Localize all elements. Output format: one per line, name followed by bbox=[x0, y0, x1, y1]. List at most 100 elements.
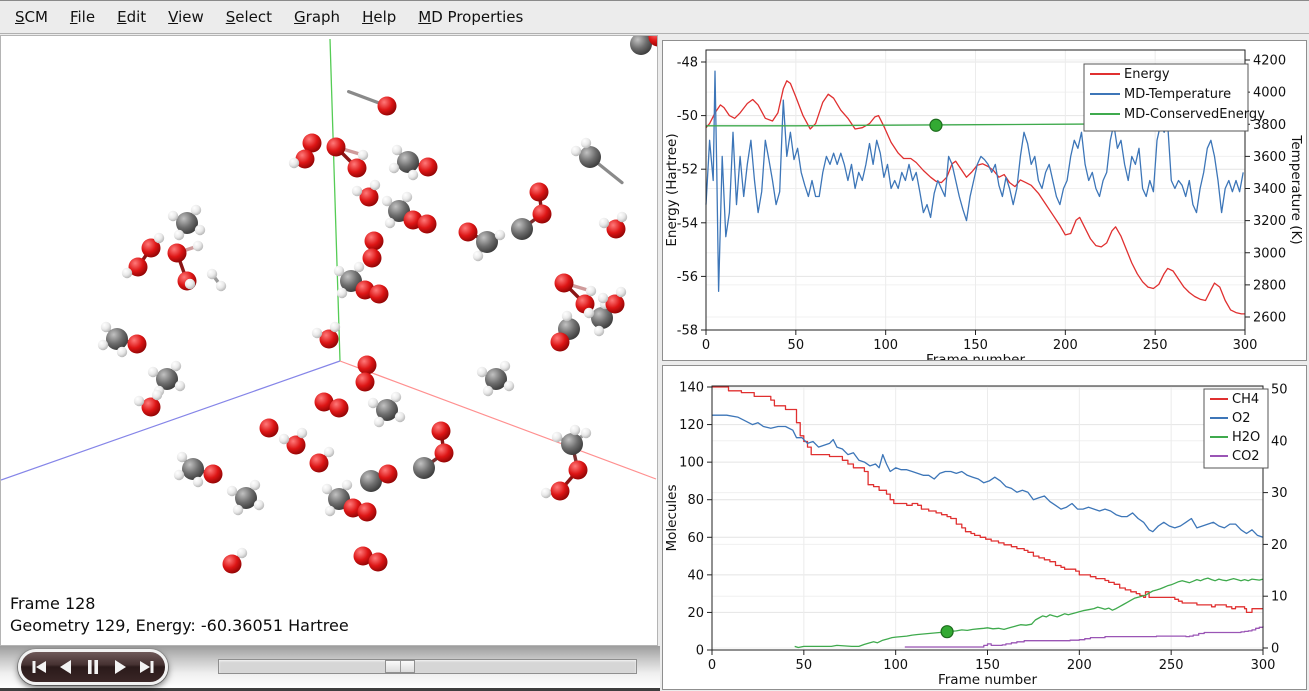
right-tick-label: 3000 bbox=[1253, 246, 1286, 261]
molecule-ch4 bbox=[477, 361, 514, 396]
molecules-chart: 0501001502002503000204060801001201400102… bbox=[663, 366, 1306, 689]
molecule-ch4 bbox=[148, 361, 185, 396]
molecule-h2o bbox=[352, 180, 380, 207]
skip-end-button[interactable] bbox=[134, 655, 158, 679]
step-back-icon bbox=[55, 655, 79, 679]
molecule-h2 bbox=[207, 269, 226, 291]
right-tick-label: 3600 bbox=[1253, 150, 1286, 165]
menu-item-help[interactable]: Help bbox=[351, 8, 407, 26]
pause-icon bbox=[81, 655, 105, 679]
molecule-ch3o bbox=[389, 145, 438, 180]
molecule-co2c bbox=[413, 422, 454, 480]
molecule-ch4 bbox=[368, 392, 405, 427]
molecule-h2o2r bbox=[168, 241, 204, 291]
right-tick-label: 0 bbox=[1271, 642, 1279, 657]
x-tick-label: 0 bbox=[702, 338, 710, 353]
menu-item-file[interactable]: File bbox=[59, 8, 106, 26]
molecule-h2o bbox=[134, 390, 162, 417]
molecule-ch3o2h bbox=[541, 425, 591, 501]
legend-label-energy: Energy bbox=[1124, 67, 1170, 82]
molecule-co bbox=[360, 465, 398, 493]
molecule-o2 bbox=[315, 393, 349, 418]
right-tick-label: 20 bbox=[1271, 538, 1288, 553]
molecule-ch2o bbox=[459, 223, 506, 262]
player-bar bbox=[0, 646, 660, 691]
legend-label-o2: O2 bbox=[1232, 411, 1251, 426]
left-tick-label: -58 bbox=[677, 324, 698, 339]
x-tick-label: 150 bbox=[975, 658, 1000, 673]
molecule-co2c bbox=[511, 183, 552, 241]
molecule-viewer[interactable]: Frame 128 Geometry 129, Energy: -60.3605… bbox=[0, 35, 658, 646]
left-tick-label: 0 bbox=[696, 644, 704, 659]
molecule-cho bbox=[551, 311, 581, 352]
x-tick-label: 300 bbox=[1233, 338, 1258, 353]
molecules-chart-panel: 0501001502002503000204060801001201400102… bbox=[662, 365, 1307, 690]
molecule-ch3s bbox=[571, 138, 622, 183]
menu-item-graph[interactable]: Graph bbox=[283, 8, 351, 26]
molecule-scene[interactable] bbox=[1, 36, 657, 645]
app-window: SCMFileEditViewSelectGraphHelpMD Propert… bbox=[0, 0, 1309, 691]
player-controls bbox=[18, 649, 168, 685]
x-tick-label: 200 bbox=[1053, 338, 1078, 353]
skip-end-icon bbox=[134, 655, 158, 679]
menu-item-view[interactable]: View bbox=[157, 8, 215, 26]
legend-label-ch4: CH4 bbox=[1232, 392, 1259, 407]
molecule-ho2r bbox=[327, 138, 369, 178]
step-back-button[interactable] bbox=[55, 655, 79, 679]
left-tick-label: 60 bbox=[687, 531, 704, 546]
right-tick-label: 2800 bbox=[1253, 278, 1286, 293]
x-tick-label: 50 bbox=[788, 338, 805, 353]
current-frame-marker[interactable] bbox=[930, 119, 942, 131]
legend-label-h2o: H2O bbox=[1232, 430, 1260, 445]
left-tick-label: 100 bbox=[679, 456, 704, 471]
frame-slider-handle[interactable] bbox=[385, 660, 415, 673]
frame-info: Frame 128 Geometry 129, Energy: -60.3605… bbox=[10, 593, 349, 637]
left-tick-label: 140 bbox=[679, 381, 704, 396]
left-tick-label: 120 bbox=[679, 418, 704, 433]
ylabel-right: Temperature (K) bbox=[1288, 134, 1304, 244]
x-tick-label: 100 bbox=[873, 338, 898, 353]
right-tick-label: 50 bbox=[1271, 383, 1288, 398]
molecule-ch3o bbox=[98, 322, 147, 357]
menu-item-edit[interactable]: Edit bbox=[106, 8, 157, 26]
right-tick-label: 4000 bbox=[1253, 86, 1286, 101]
right-tick-label: 4200 bbox=[1253, 54, 1286, 69]
molecule-h2o bbox=[279, 428, 307, 455]
molecule-ch3o bbox=[174, 452, 223, 487]
molecule-h2o2 bbox=[122, 233, 164, 278]
left-tick-label: -50 bbox=[677, 109, 698, 124]
menu-item-scm[interactable]: SCM bbox=[4, 8, 59, 26]
right-tick-label: 3400 bbox=[1253, 182, 1286, 197]
molecule-oh bbox=[223, 548, 248, 574]
molecule-ho2r bbox=[555, 274, 597, 314]
skip-start-button[interactable] bbox=[28, 655, 52, 679]
left-tick-label: 20 bbox=[687, 606, 704, 621]
molecule-ch4 bbox=[168, 205, 205, 240]
right-tick-label: 3200 bbox=[1253, 214, 1286, 229]
frame-slider[interactable] bbox=[218, 659, 637, 674]
menu-item-md-properties[interactable]: MD Properties bbox=[407, 8, 534, 26]
left-tick-label: -48 bbox=[677, 56, 698, 71]
molecule-h2o bbox=[312, 322, 340, 349]
x-tick-label: 0 bbox=[708, 658, 716, 673]
left-tick-label: 80 bbox=[687, 493, 704, 508]
x-tick-label: 200 bbox=[1067, 658, 1092, 673]
molecule-co bbox=[630, 36, 657, 55]
molecule-o2 bbox=[354, 547, 388, 572]
play-button[interactable] bbox=[107, 655, 131, 679]
xlabel: Frame number bbox=[926, 352, 1025, 360]
x-tick-label: 150 bbox=[963, 338, 988, 353]
current-frame-marker[interactable] bbox=[941, 626, 953, 638]
menu-bar: SCMFileEditViewSelectGraphHelpMD Propert… bbox=[0, 1, 1309, 34]
menu-item-select[interactable]: Select bbox=[215, 8, 283, 26]
molecule-ch4 bbox=[227, 480, 264, 515]
energy-temperature-chart: 050100150200250300-48-50-52-54-56-584200… bbox=[663, 41, 1306, 360]
play-icon bbox=[107, 655, 131, 679]
x-tick-label: 250 bbox=[1143, 338, 1168, 353]
legend-label-md-temperature: MD-Temperature bbox=[1124, 87, 1231, 102]
right-tick-label: 10 bbox=[1271, 590, 1288, 605]
pause-button[interactable] bbox=[81, 655, 105, 679]
energy-temperature-chart-panel: 050100150200250300-48-50-52-54-56-584200… bbox=[662, 40, 1307, 361]
molecule-ob bbox=[260, 419, 279, 438]
right-tick-label: 40 bbox=[1271, 434, 1288, 449]
